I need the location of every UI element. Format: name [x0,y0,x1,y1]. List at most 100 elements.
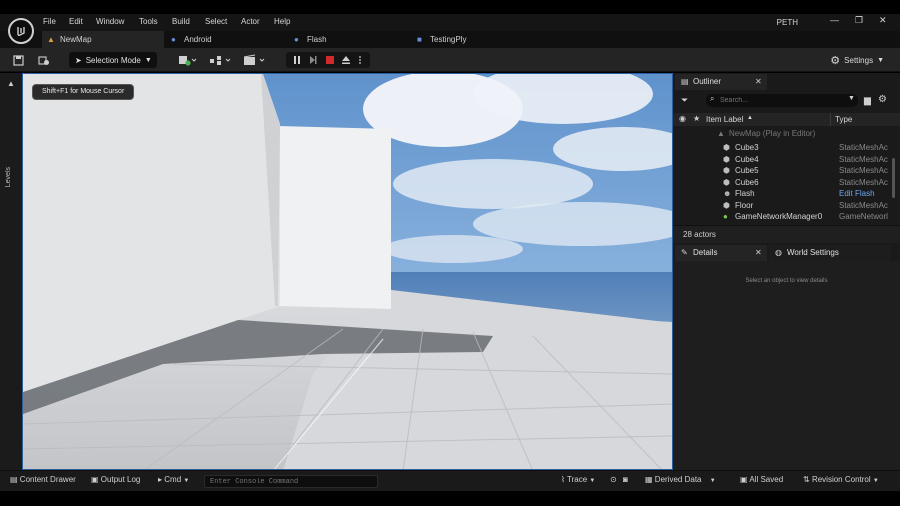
selection-mode-label: Selection Mode [85,55,141,65]
camera-icon[interactable]: ◙ [623,475,628,484]
menu-tools[interactable]: Tools [139,17,158,26]
menu-help[interactable]: Help [274,17,290,26]
all-saved-label: All Saved [749,475,784,484]
outliner-row[interactable]: ● GameNetworkManager0 GameNetworl [673,211,900,223]
eject-icon[interactable] [339,52,353,68]
levels-tab[interactable]: Levels [5,167,12,187]
column-item-label[interactable]: Item Label [706,115,743,124]
record-icon[interactable]: ⊙ [610,475,617,484]
outliner-row[interactable]: ⬢ Cube5 StaticMeshAc [673,165,900,177]
cube-icon: ⬢ [723,154,730,164]
gear-icon[interactable]: ⚙ [878,94,887,105]
cube-icon: ⬢ [723,200,730,210]
outliner-row[interactable]: ⬢ Cube6 StaticMeshAc [673,177,900,189]
unreal-logo-icon[interactable] [8,18,34,44]
actor-type: StaticMeshAc [839,143,888,152]
actor-type: StaticMeshAc [839,154,888,164]
revision-control-dropdown[interactable]: ⇅ Revision Control ▼ [803,475,879,484]
output-log-label: Output Log [100,475,141,484]
outliner-scrollbar[interactable] [892,158,895,198]
add-actor-icon[interactable] [176,52,200,68]
step-icon[interactable] [306,52,320,68]
search-icon: ⌕ [710,94,715,103]
selection-mode-dropdown[interactable]: ➤ Selection Mode ▼ [69,52,157,68]
trace-dropdown[interactable]: ⌇ Trace ▼ [561,475,595,484]
save-icon: ▣ [740,475,748,484]
outliner-row[interactable]: ⬢ Cube4 StaticMeshAc [673,154,900,166]
menu-build[interactable]: Build [172,17,190,26]
menu-file[interactable]: File [43,17,56,26]
levels-icon[interactable]: ▲ [7,79,15,88]
project-name: PETH [776,18,798,27]
star-icon[interactable]: ★ [693,114,700,123]
cube-icon: ⬢ [723,143,730,152]
viewport-scene [23,74,672,469]
minimize-button[interactable]: — [830,15,839,25]
close-icon[interactable]: ✕ [755,245,762,261]
pause-icon[interactable] [290,52,304,68]
map-icon: ▲ [47,35,55,44]
status-bar: ▤ Content Drawer ▣ Output Log ▸ Cmd ▼ ⌇ … [0,470,900,491]
menu-edit[interactable]: Edit [69,17,83,26]
tab-details[interactable]: ✎ Details ✕ [675,245,767,261]
cinematics-icon[interactable] [242,52,268,68]
chevron-down-icon: ▼ [709,478,716,484]
column-divider [830,113,831,126]
network-icon: ● [723,212,728,221]
tab-outliner[interactable]: ▤ Outliner ✕ [675,74,767,90]
stop-icon[interactable] [323,52,337,68]
log-icon: ▣ [91,475,99,484]
play-options-icon[interactable] [356,52,364,68]
save-icon[interactable] [10,52,26,68]
details-body: Select an object to view details [673,261,900,470]
menu-select[interactable]: Select [205,17,227,26]
settings-button[interactable]: ⚙ Settings ▼ [830,52,884,68]
console-command-input[interactable] [204,475,378,488]
details-title: Details [693,248,718,257]
tab-android[interactable]: ● Android [166,31,286,48]
edit-flash-link[interactable]: Edit Flash [839,188,889,200]
sort-asc-icon: ▲ [747,115,753,121]
trace-label: Trace [566,475,588,484]
details-empty-message: Select an object to view details [745,278,828,284]
outliner-row[interactable]: ⬢ Cube3 StaticMeshAc [673,142,900,154]
mouse-cursor-hint: Shift+F1 for Mouse Cursor [32,84,135,100]
filter-icon[interactable]: ⏷ [681,95,688,106]
close-icon[interactable]: ✕ [755,74,762,90]
cmd-dropdown[interactable]: ▸ Cmd ▼ [158,475,189,484]
derived-data-dropdown[interactable]: ▦ Derived Data ▼ [645,475,716,484]
tab-testingply[interactable]: ■ TestingPly [412,31,532,48]
right-panel: ▤ Outliner ✕ ⏷ ⌕ ▼ ▆ ⚙ ◉ ★ Item Label ▲ … [673,73,900,470]
terminal-icon: ▸ [158,475,163,484]
play-controls [286,52,370,68]
menu-window[interactable]: Window [96,17,124,26]
close-button[interactable]: ✕ [879,15,887,26]
outliner-row[interactable]: ☻ Flash Edit Flash [673,188,900,200]
eye-icon[interactable]: ◉ [679,114,686,123]
tab-flash[interactable]: ● Flash [289,31,409,48]
maximize-button[interactable]: ❐ [855,15,863,26]
tab-newmap[interactable]: ▲ NewMap [42,31,164,48]
chevron-down-icon: ▼ [183,478,190,484]
outliner-icon: ▤ [681,77,689,86]
details-icon: ✎ [681,248,688,257]
search-input[interactable] [720,95,840,106]
outliner-search[interactable]: ⌕ ▼ [706,94,858,107]
output-log-button[interactable]: ▣ Output Log [91,475,140,484]
actor-type: GameNetworl [839,212,888,221]
browse-icon[interactable] [36,52,52,68]
column-type[interactable]: Type [835,115,852,124]
add-folder-icon[interactable]: ▆ [864,95,871,106]
cube-icon: ⬢ [723,177,730,187]
level-tab-bar: ▲ NewMap ● Android ● Flash ■ TestingPly [0,31,900,48]
settings-label: Settings [844,55,874,65]
menu-actor[interactable]: Actor [241,17,260,26]
outliner-map-row[interactable]: ▲ NewMap (Play in Editor) [673,128,900,140]
tab-world-settings[interactable]: ◍ World Settings [769,245,891,261]
content-drawer-button[interactable]: ▤ Content Drawer [10,475,76,484]
actor-name: GameNetworkManager0 [735,212,823,221]
outliner-row[interactable]: ⬢ Floor StaticMeshAc [673,200,900,212]
blueprint-menu-icon[interactable] [208,52,234,68]
all-saved-button[interactable]: ▣ All Saved [740,475,783,484]
level-viewport[interactable]: Shift+F1 for Mouse Cursor [22,73,673,470]
